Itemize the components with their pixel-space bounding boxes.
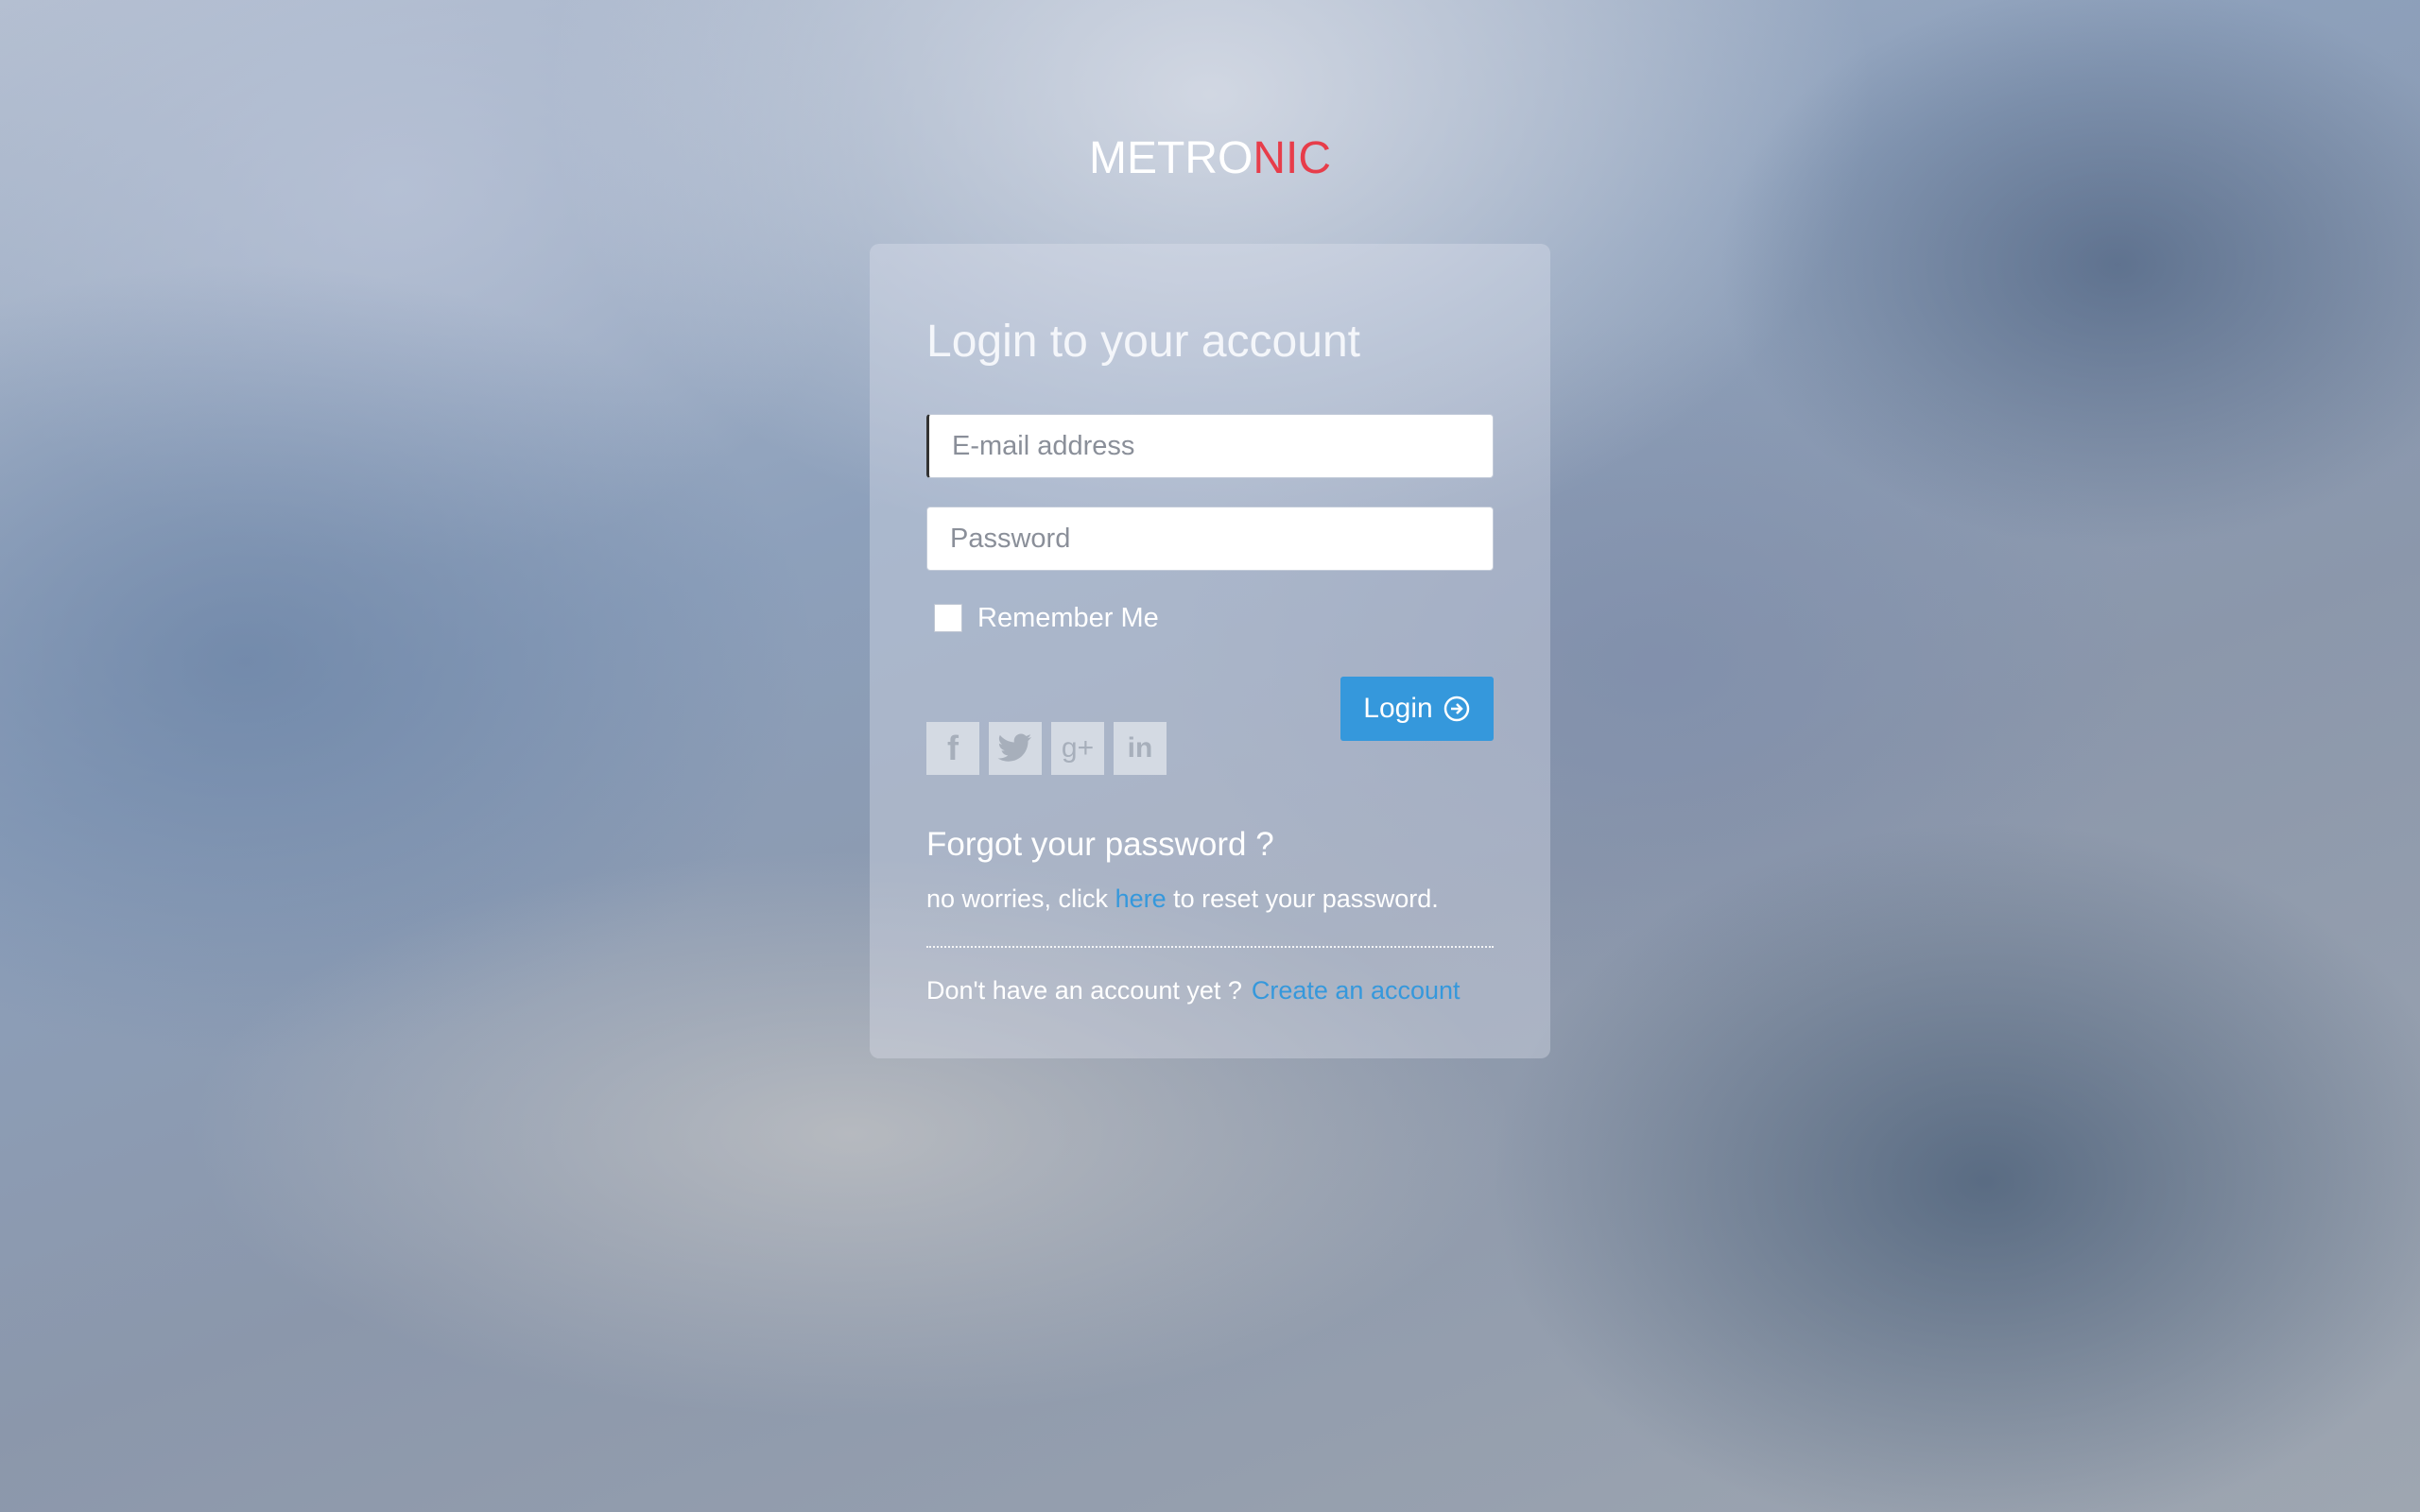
social-login-icons: f g+ in (926, 722, 1167, 775)
remember-me-label: Remember Me (977, 602, 1159, 633)
remember-me-checkbox[interactable] (934, 604, 962, 632)
signup-prompt: Don't have an account yet ? Create an acc… (926, 976, 1461, 1005)
login-card: Login to your account Remember Me Login … (870, 244, 1550, 1058)
forgot-password-text: no worries, click here to reset your pas… (926, 885, 1439, 914)
twitter-bird-icon (997, 733, 1031, 762)
forgot-password-heading: Forgot your password ? (926, 826, 1274, 863)
signup-text: Don't have an account yet ? (926, 976, 1242, 1005)
google-plus-icon[interactable]: g+ (1051, 722, 1104, 775)
linkedin-icon[interactable]: in (1114, 722, 1167, 775)
password-input[interactable] (926, 507, 1494, 571)
twitter-icon[interactable] (989, 722, 1042, 775)
arrow-circle-right-icon (1443, 696, 1469, 722)
divider (926, 946, 1494, 948)
login-title: Login to your account (926, 317, 1360, 367)
logo-text-metro: METRO (1089, 133, 1253, 183)
remember-me[interactable]: Remember Me (934, 599, 1159, 637)
login-button-label: Login (1363, 693, 1433, 724)
reset-password-link[interactable]: here (1115, 885, 1167, 913)
forgot-text-after: to reset your password. (1173, 885, 1439, 913)
forgot-text-before: no worries, click (926, 885, 1109, 913)
metronic-logo: METRONIC (0, 132, 2420, 184)
create-account-link[interactable]: Create an account (1252, 976, 1461, 1005)
email-input[interactable] (926, 414, 1494, 478)
login-button[interactable]: Login (1340, 677, 1494, 741)
facebook-icon[interactable]: f (926, 722, 979, 775)
logo-text-nic: NIC (1253, 133, 1331, 183)
